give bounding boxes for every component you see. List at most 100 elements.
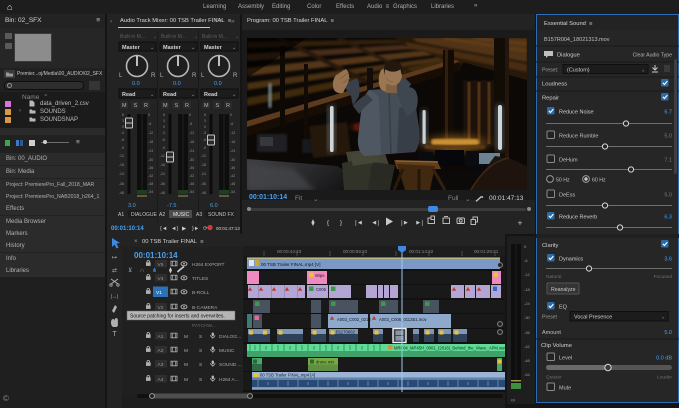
svg-text:drone mix: drone mix [316,360,335,365]
svg-text:⌄: ⌄ [194,34,198,40]
svg-text:B-CAMERA: B-CAMERA [192,305,218,311]
svg-text:►|: ►| [415,220,423,227]
svg-text:⌄: ⌄ [232,92,236,98]
svg-text:M: M [184,377,188,383]
svg-text:-12: -12 [201,154,206,158]
svg-text:-48: -48 [524,358,531,363]
svg-text:-9: -9 [121,146,124,150]
svg-text:S: S [134,103,138,109]
svg-text:↦: ↦ [112,255,117,261]
svg-text:7.1: 7.1 [664,158,672,164]
svg-text:A1: A1 [118,212,124,218]
svg-text:|◄: |◄ [355,220,363,227]
svg-text:Reduce Rumble: Reduce Rumble [559,134,598,140]
svg-text:6: 6 [204,113,206,117]
svg-text:-18: -18 [148,140,153,144]
svg-text:Built-in M...: Built-in M... [202,34,227,40]
svg-text:00:01:10:14: 00:01:10:14 [111,226,144,232]
svg-text:00:01:47:13: 00:01:47:13 [216,226,240,231]
svg-text:Clip Volume: Clip Volume [541,343,572,349]
svg-text:-12: -12 [119,154,124,158]
svg-text:V2: V2 [158,305,164,311]
svg-text:-24: -24 [160,172,165,176]
svg-text:H264 A...: H264 A... [219,377,239,383]
svg-text:B1170602: B1170602 [336,330,355,335]
svg-text:0: 0 [122,125,124,129]
svg-text:SOUND ...: SOUND ... [219,362,242,368]
svg-text:⌄: ⌄ [235,34,239,40]
svg-text:C006: C006 [316,287,327,292]
svg-text:-24: -24 [119,172,124,176]
svg-text:Built-in M...: Built-in M... [120,34,145,40]
svg-text:{◄: {◄ [160,226,167,232]
svg-text:Reduce Noise: Reduce Noise [559,110,594,116]
svg-text:◄}: ◄} [171,226,178,232]
svg-text:Reanalyze: Reanalyze [551,287,576,293]
svg-text:0.0: 0.0 [214,81,222,87]
svg-text:DeEss: DeEss [559,193,575,199]
svg-text:R: R [233,73,238,79]
svg-text:-36: -36 [201,182,206,186]
svg-text:-6: -6 [148,122,151,126]
svg-text:Built-in M...: Built-in M... [161,34,186,40]
svg-text:L: L [119,73,123,79]
svg-text:0: 0 [230,113,232,117]
svg-text:⊻: ⊻ [128,267,132,274]
svg-text:6.7: 6.7 [664,110,672,116]
svg-text:⌄: ⌄ [232,45,236,51]
svg-text:Clarity: Clarity [542,243,559,249]
svg-text:-18: -18 [160,163,165,167]
svg-text:6: 6 [122,113,124,117]
svg-text:PATCHW...: PATCHW... [192,323,216,329]
svg-text:Focused: Focused [654,274,673,280]
svg-text:5.0: 5.0 [664,193,672,199]
svg-text:⧫: ⧫ [169,267,172,274]
svg-text:TITLES: TITLES [192,276,208,282]
svg-text:-36: -36 [119,182,124,186]
svg-text:⌄: ⌄ [191,92,195,98]
svg-text:-6: -6 [203,138,206,142]
svg-text:Dialogue: Dialogue [557,53,580,59]
svg-text:Vocal Presence: Vocal Presence [574,315,612,321]
svg-text:Essential Sound ≡: Essential Sound ≡ [544,21,593,27]
svg-text:-30: -30 [148,158,153,162]
svg-text:-12: -12 [524,272,531,277]
svg-text:Read: Read [122,92,135,98]
svg-text:A003_C006_0113B1.mov: A003_C006_0113B1.mov [379,317,428,322]
svg-text:T: T [112,331,117,338]
svg-text:MRF04_MP45H_0001_(2016)_Behind: MRF04_MP45H_0001_(2016)_Behind_the_Wave_… [394,346,507,351]
svg-text:-3: -3 [203,131,206,135]
svg-text:⟳: ⟳ [203,226,208,232]
svg-text:×: × [134,239,138,245]
svg-text:-12: -12 [189,131,194,135]
svg-text:R: R [151,73,156,79]
svg-text:⧫: ⧫ [311,219,315,227]
svg-text:6.3: 6.3 [664,215,672,221]
svg-text:Clear Audio Type: Clear Audio Type [633,53,673,59]
svg-text:R: R [192,73,197,79]
svg-text:50 Hz: 50 Hz [556,178,570,184]
svg-text:Dynamics: Dynamics [559,257,583,263]
svg-text:6.0: 6.0 [210,203,218,209]
svg-text:0.0 dB: 0.0 dB [656,356,672,362]
svg-text:⌄: ⌄ [150,45,154,51]
svg-text:3: 3 [204,119,206,123]
svg-text:-48: -48 [189,182,194,186]
svg-text:0: 0 [148,113,150,117]
svg-text:V5: V5 [158,262,164,268]
svg-text:|►: |► [401,220,409,227]
svg-text:R: R [144,103,148,109]
svg-text:Amount: Amount [542,330,561,336]
svg-text:V1: V1 [156,290,162,296]
svg-text:MUSIC: MUSIC [219,348,235,354]
svg-text:∞: ∞ [511,398,515,404]
svg-text:00 TSB Trailer FINAL.mp4 [V]: 00 TSB Trailer FINAL.mp4 [V] [261,262,320,267]
svg-text:5.0: 5.0 [664,330,672,336]
svg-text:DeHum: DeHum [559,158,578,164]
svg-text:-48: -48 [201,191,206,195]
svg-text:A003_C002_0213: A003_C002_0213 [337,317,371,322]
svg-text:Loudness: Loudness [542,82,567,88]
svg-text:-12: -12 [148,131,153,135]
svg-text:00 TSB Trailer FINAL.mp4 [A]: 00 TSB Trailer FINAL.mp4 [A] [260,373,315,378]
svg-text:A4: A4 [158,377,164,383]
